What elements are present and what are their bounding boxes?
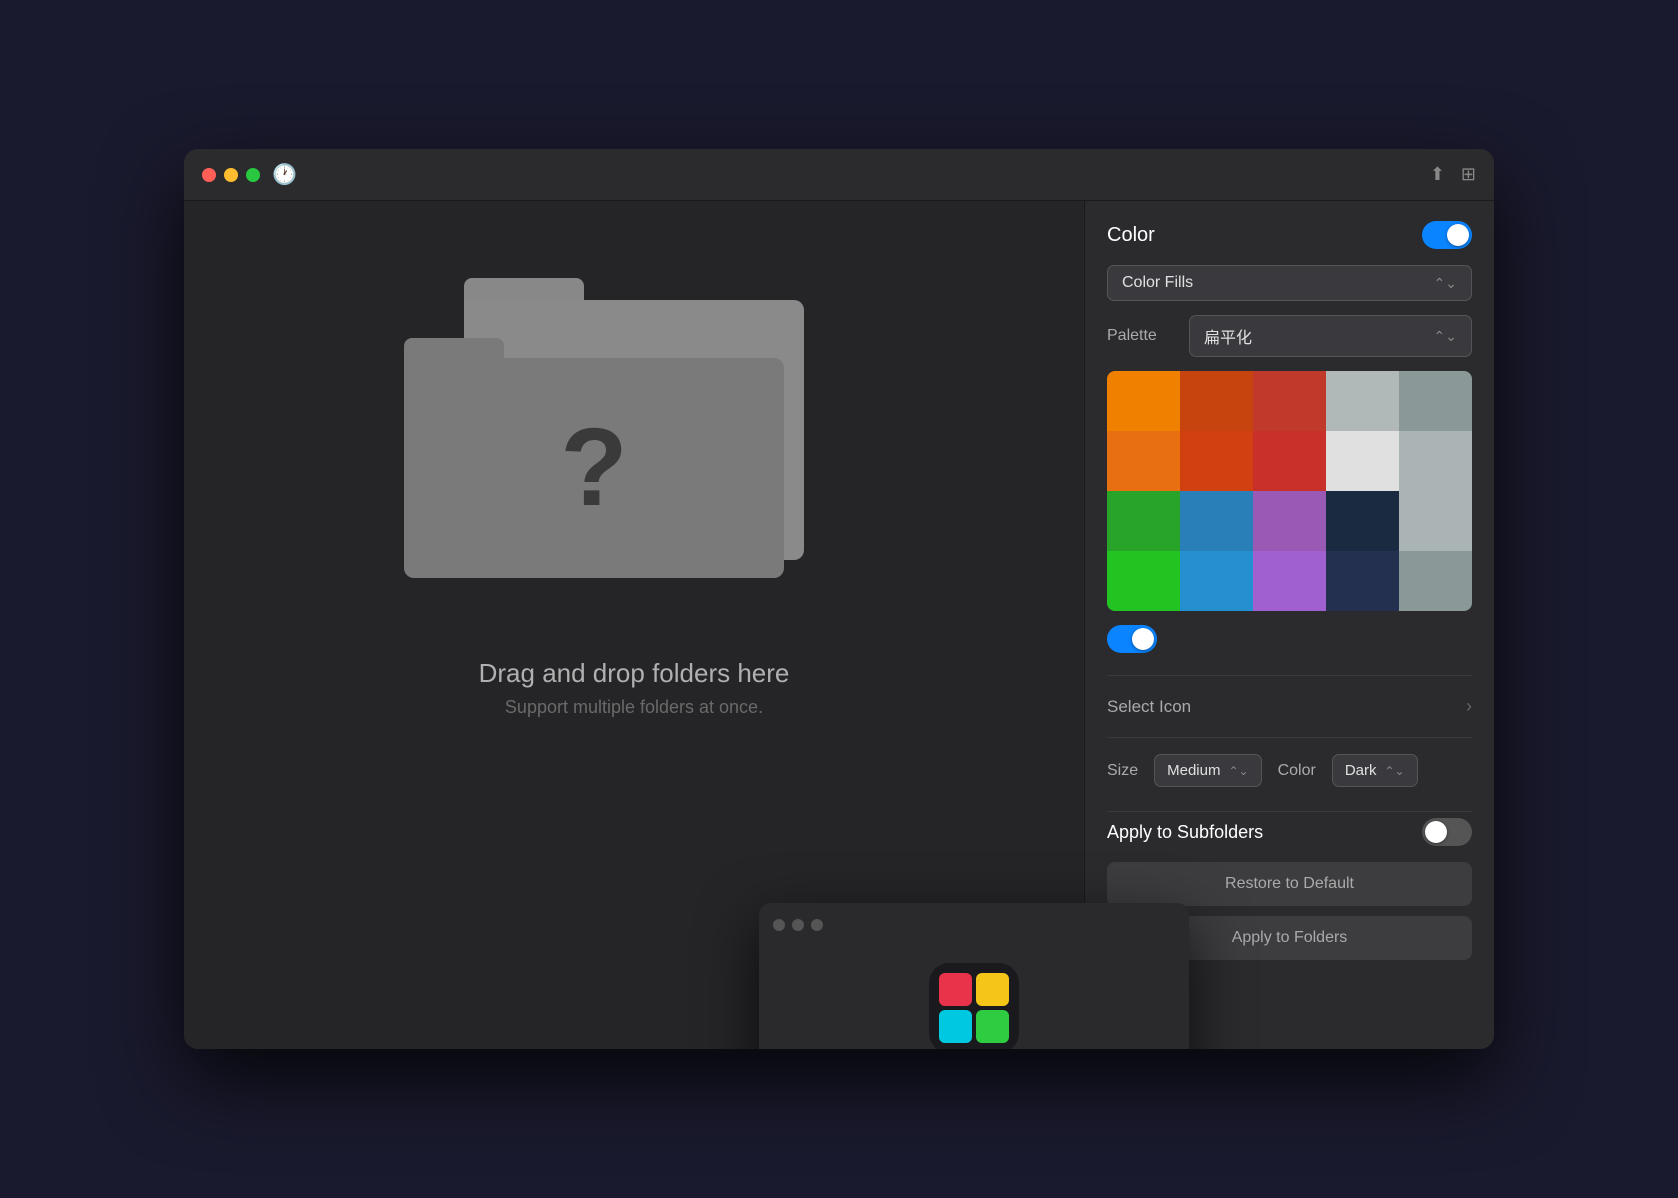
- color-cell[interactable]: [1107, 491, 1180, 551]
- folder-illustration: ?: [404, 278, 864, 618]
- color-fills-arrow: ⌃⌄: [1434, 275, 1457, 292]
- color-cell[interactable]: [1399, 431, 1472, 491]
- share-icon[interactable]: ⬆: [1430, 164, 1445, 185]
- size-value: Medium: [1167, 762, 1220, 779]
- icon-toggle-knob: [1132, 628, 1154, 650]
- select-icon-row[interactable]: Select Icon ›: [1107, 682, 1472, 731]
- subfolders-toggle[interactable]: [1422, 818, 1472, 846]
- palette-dropdown[interactable]: 扁平化 ⌃⌄: [1189, 315, 1472, 357]
- size-color-row: Size Medium ⌃⌄ Color Dark ⌃⌄: [1107, 754, 1472, 787]
- title-bar-right: ⬆ ⊞: [1430, 164, 1476, 185]
- size-label: Size: [1107, 762, 1138, 780]
- color-toggle[interactable]: [1422, 221, 1472, 249]
- subfolders-toggle-knob: [1425, 821, 1447, 843]
- color-cell[interactable]: [1253, 371, 1326, 431]
- app-icon: [929, 963, 1019, 1050]
- main-window: 🕐 ⬆ ⊞ ?: [184, 149, 1494, 1049]
- about-titlebar: [759, 903, 1189, 947]
- folder-front: ?: [404, 338, 784, 578]
- color-value: Dark: [1345, 762, 1377, 779]
- about-traffic-lights: [773, 919, 823, 931]
- question-mark: ?: [560, 413, 627, 523]
- color-cell[interactable]: [1326, 491, 1399, 551]
- icon-toggle-row: [1107, 625, 1472, 653]
- palette-value: 扁平化: [1204, 324, 1252, 348]
- restore-default-button[interactable]: Restore to Default: [1107, 862, 1472, 906]
- maximize-button[interactable]: [246, 168, 260, 182]
- color-cell[interactable]: [1180, 491, 1253, 551]
- color-cell[interactable]: [1180, 551, 1253, 611]
- about-maximize[interactable]: [811, 919, 823, 931]
- about-minimize[interactable]: [792, 919, 804, 931]
- icon-cell-cyan: [939, 1010, 972, 1043]
- about-close[interactable]: [773, 919, 785, 931]
- color-cell[interactable]: [1107, 371, 1180, 431]
- color-cell[interactable]: [1180, 431, 1253, 491]
- subfolders-label: Apply to Subfolders: [1107, 822, 1263, 843]
- color-cell[interactable]: [1253, 431, 1326, 491]
- color-label-2: Color: [1278, 762, 1316, 780]
- icon-cell-yellow: [976, 973, 1009, 1006]
- color-cell[interactable]: [1326, 371, 1399, 431]
- main-content: ? Drag and drop folders here Support mul…: [184, 201, 1494, 1049]
- color-cell[interactable]: [1326, 551, 1399, 611]
- color-arrow: ⌃⌄: [1385, 764, 1405, 778]
- color-cell[interactable]: [1399, 491, 1472, 551]
- size-arrow: ⌃⌄: [1228, 764, 1248, 778]
- minimize-button[interactable]: [224, 168, 238, 182]
- color-cell[interactable]: [1107, 431, 1180, 491]
- color-cell[interactable]: [1399, 371, 1472, 431]
- history-icon[interactable]: 🕐: [272, 162, 297, 187]
- color-toggle-knob: [1447, 224, 1469, 246]
- palette-label: Palette: [1107, 327, 1177, 345]
- size-dropdown[interactable]: Medium ⌃⌄: [1154, 754, 1261, 787]
- color-fills-label: Color Fills: [1122, 274, 1193, 292]
- drop-main-label: Drag and drop folders here: [479, 658, 790, 689]
- color-toggle-row: Color: [1107, 221, 1472, 249]
- divider-2: [1107, 737, 1472, 738]
- color-cell[interactable]: [1253, 551, 1326, 611]
- color-dropdown[interactable]: Dark ⌃⌄: [1332, 754, 1418, 787]
- color-grid: [1107, 371, 1472, 611]
- drop-sub-label: Support multiple folders at once.: [479, 697, 790, 718]
- divider-3: [1107, 811, 1472, 812]
- select-icon-arrow: ›: [1466, 696, 1472, 717]
- grid-icon[interactable]: ⊞: [1461, 164, 1476, 185]
- divider-1: [1107, 675, 1472, 676]
- color-cell[interactable]: [1107, 551, 1180, 611]
- color-cell[interactable]: [1253, 491, 1326, 551]
- palette-arrow: ⌃⌄: [1434, 328, 1457, 345]
- about-popup: Foldor Version 1.3.0 (14): [759, 903, 1189, 1050]
- color-section-label: Color: [1107, 224, 1155, 247]
- color-cell[interactable]: [1326, 431, 1399, 491]
- color-fills-dropdown[interactable]: Color Fills ⌃⌄: [1107, 265, 1472, 301]
- icon-toggle[interactable]: [1107, 625, 1157, 653]
- color-cell[interactable]: [1399, 551, 1472, 611]
- icon-cell-red: [939, 973, 972, 1006]
- close-button[interactable]: [202, 168, 216, 182]
- title-bar: 🕐 ⬆ ⊞: [184, 149, 1494, 201]
- left-area: ? Drag and drop folders here Support mul…: [184, 201, 1084, 1049]
- drop-zone-text: Drag and drop folders here Support multi…: [479, 658, 790, 718]
- subfolders-row: Apply to Subfolders: [1107, 818, 1472, 846]
- palette-row: Palette 扁平化 ⌃⌄: [1107, 315, 1472, 357]
- icon-cell-green: [976, 1010, 1009, 1043]
- traffic-lights: [202, 168, 260, 182]
- color-cell[interactable]: [1180, 371, 1253, 431]
- select-icon-label: Select Icon: [1107, 697, 1191, 717]
- folder-front-body: ?: [404, 358, 784, 578]
